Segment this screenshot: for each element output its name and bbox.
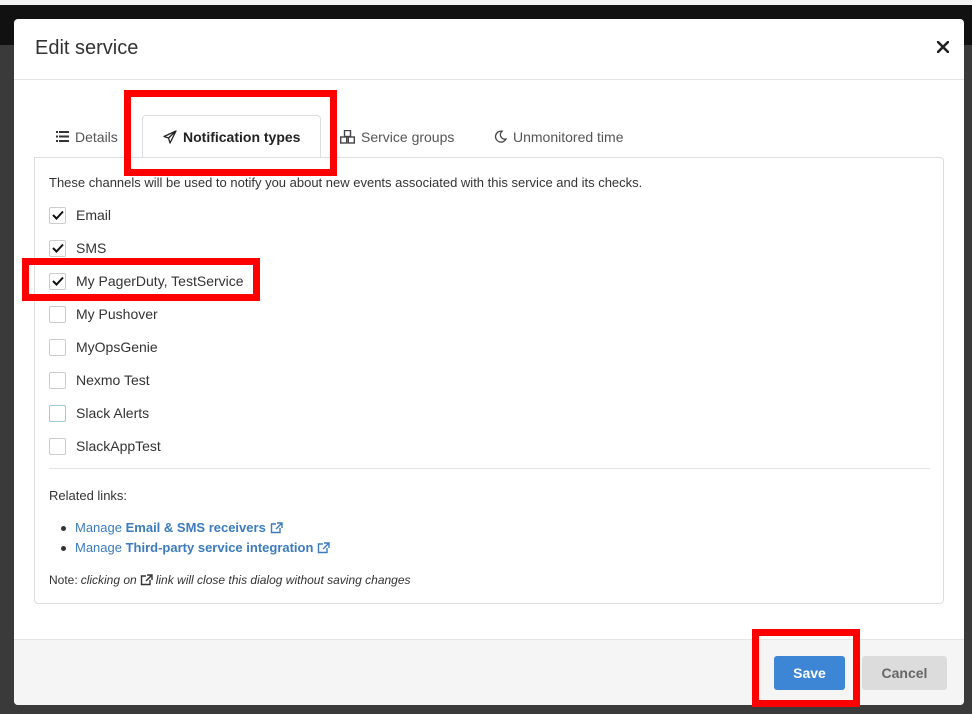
checkbox-box[interactable]	[49, 338, 66, 356]
cubes-icon	[340, 129, 355, 144]
link-bold-text: Third-party service integration	[125, 540, 314, 555]
channel-label: MyOpsGenie	[76, 339, 158, 355]
panel-intro-text: These channels will be used to notify yo…	[49, 175, 643, 190]
channel-sms-checkbox[interactable]: SMS	[49, 237, 106, 259]
tab-details-label: Details	[75, 128, 118, 145]
channel-label: SMS	[76, 240, 107, 256]
channel-pushover-checkbox[interactable]: My Pushover	[49, 303, 158, 325]
checkbox-box[interactable]	[49, 305, 66, 323]
link-prefix: Manage	[75, 540, 122, 555]
notification-types-panel: These channels will be used to notify yo…	[34, 157, 944, 604]
checkbox-box[interactable]	[49, 371, 66, 389]
tab-service-groups-label: Service groups	[361, 128, 455, 145]
tab-unmonitored-time[interactable]: Unmonitored time	[494, 115, 624, 158]
link-prefix: Manage	[75, 520, 122, 535]
channel-label: Slack Alerts	[76, 405, 150, 421]
manage-email-sms-receivers-link[interactable]: Manage Email & SMS receivers	[75, 520, 266, 535]
channel-nexmo-checkbox[interactable]: Nexmo Test	[49, 369, 150, 391]
checkmark-icon	[51, 243, 64, 253]
related-link-item: Manage Email & SMS receivers	[61, 520, 283, 535]
tab-notification-types-label: Notification types	[183, 129, 301, 145]
checkbox-box[interactable]	[49, 437, 66, 455]
checkbox-box[interactable]	[49, 206, 66, 224]
close-icon	[936, 40, 950, 54]
note-text: Note: clicking on link will close this d…	[49, 573, 411, 587]
external-link-icon	[140, 574, 153, 586]
external-link-icon[interactable]	[270, 521, 283, 534]
channel-slackapptest-checkbox[interactable]: SlackAppTest	[49, 435, 161, 457]
checkbox-box[interactable]	[49, 239, 66, 257]
note-italic-after: link will close this dialog without savi…	[155, 573, 411, 587]
cancel-button[interactable]: Cancel	[862, 656, 947, 690]
tab-bar: Details Notification types Service group…	[34, 115, 944, 159]
manage-third-party-integration-link[interactable]: Manage Third-party service integration	[75, 540, 313, 555]
tab-notification-types[interactable]: Notification types	[142, 115, 322, 159]
channel-label: SlackAppTest	[76, 438, 161, 454]
related-links-label: Related links:	[49, 488, 128, 503]
channel-opsgenie-checkbox[interactable]: MyOpsGenie	[49, 336, 158, 358]
channel-label: Nexmo Test	[76, 372, 150, 388]
link-bold-text: Email & SMS receivers	[125, 520, 266, 535]
tab-service-groups[interactable]: Service groups	[340, 115, 454, 158]
close-button[interactable]	[932, 33, 954, 61]
channel-email-checkbox[interactable]: Email	[49, 204, 111, 226]
dialog-title: Edit service	[35, 37, 139, 59]
channel-label: Email	[76, 207, 112, 223]
dialog-header: Edit service	[14, 19, 964, 80]
dialog-footer: Save Cancel	[14, 639, 964, 705]
related-link-item: Manage Third-party service integration	[61, 540, 331, 555]
channel-pagerduty-checkbox[interactable]: My PagerDuty, TestService	[49, 270, 244, 292]
external-link-icon[interactable]	[317, 541, 331, 554]
note-italic-before: clicking on	[80, 573, 137, 587]
tab-details[interactable]: Details	[56, 115, 118, 158]
checkbox-box[interactable]	[49, 404, 66, 422]
channel-label: My Pushover	[76, 306, 158, 322]
bullet	[61, 546, 66, 551]
checkbox-box[interactable]	[49, 272, 66, 290]
edit-service-dialog: Edit service Details Notification types	[14, 19, 964, 705]
bullet	[61, 526, 66, 531]
note-prefix: Note:	[49, 573, 78, 587]
list-icon	[56, 131, 69, 142]
paper-plane-icon	[163, 130, 177, 144]
channel-label: My PagerDuty, TestService	[76, 273, 244, 289]
tab-unmonitored-time-label: Unmonitored time	[513, 128, 624, 145]
save-button[interactable]: Save	[774, 656, 845, 690]
checkmark-icon	[51, 210, 64, 220]
panel-divider	[49, 468, 930, 469]
moon-icon	[494, 130, 507, 143]
checkmark-icon	[51, 276, 64, 286]
channel-slack-alerts-checkbox[interactable]: Slack Alerts	[49, 402, 149, 424]
